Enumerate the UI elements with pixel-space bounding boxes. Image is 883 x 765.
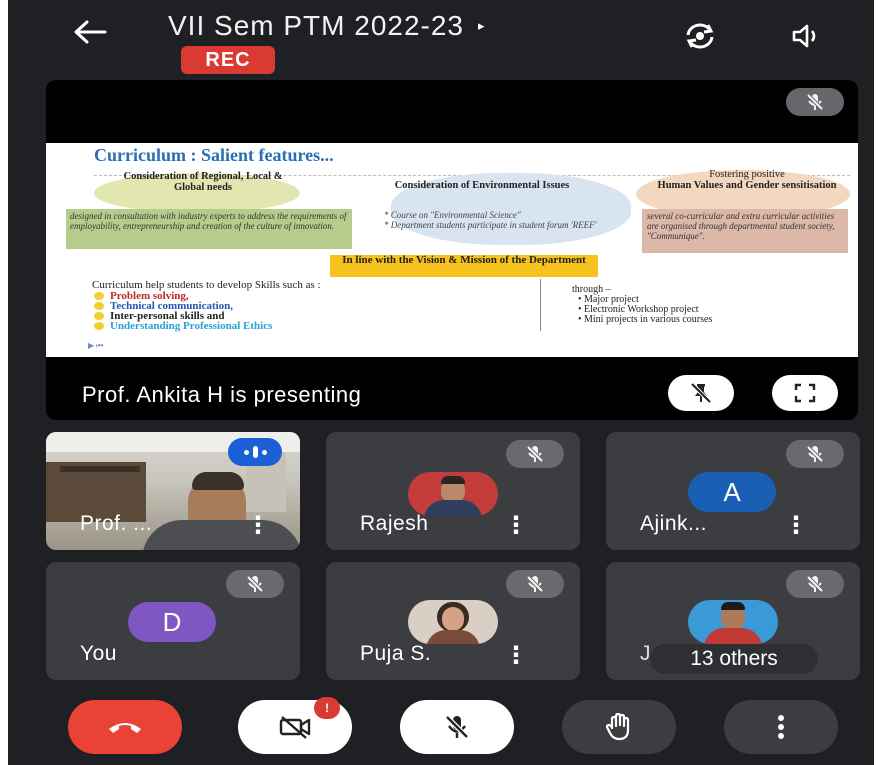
mic-off-icon bbox=[526, 445, 544, 463]
mute-indicator bbox=[506, 570, 564, 598]
avatar bbox=[688, 600, 778, 644]
speaker-button[interactable] bbox=[786, 18, 826, 54]
more-vert-icon bbox=[778, 715, 784, 739]
through-item: Mini projects in various courses bbox=[578, 315, 712, 325]
participant-tile[interactable]: D You bbox=[46, 562, 300, 680]
end-call-button[interactable] bbox=[68, 700, 182, 754]
speaker-icon bbox=[792, 24, 816, 48]
more-vert-icon[interactable]: ⋮ bbox=[246, 514, 270, 538]
feature-2-note-1: * Course on "Environmental Science" bbox=[384, 210, 521, 220]
switch-camera-button[interactable] bbox=[680, 18, 720, 54]
more-vert-icon[interactable]: ⋮ bbox=[784, 514, 808, 538]
skill-item: Understanding Professional Ethics bbox=[93, 320, 273, 332]
participant-name: Rajesh bbox=[360, 512, 429, 535]
shared-slide: Curriculum : Salient features... Conside… bbox=[46, 143, 858, 357]
feature-3-title: Human Values and Gender sensitisation bbox=[657, 180, 837, 191]
meet-app: VII Sem PTM 2022-23 ▸ REC Curriculum: S… bbox=[8, 0, 874, 765]
mute-indicator bbox=[506, 440, 564, 468]
others-count[interactable]: 13 others bbox=[650, 644, 818, 674]
brace-divider bbox=[524, 279, 541, 331]
participant-name: Prof. ... bbox=[80, 512, 153, 535]
participant-name: You bbox=[80, 642, 117, 665]
slide-title: Curriculum : Salient features... bbox=[94, 145, 334, 165]
end-call-icon bbox=[109, 723, 141, 733]
feature-3-text: several co-curricular and extra curricul… bbox=[642, 209, 848, 253]
feature-3-heading: Fostering positive Human Values and Gend… bbox=[654, 169, 840, 191]
avatar: D bbox=[128, 602, 216, 642]
camera-off-icon bbox=[279, 716, 311, 739]
participant-tile[interactable]: Prof. ... ⋮ bbox=[46, 432, 300, 550]
feature-1-text: designed in consultation with industry e… bbox=[66, 209, 352, 249]
slide-nav-hint: ▶ ⏮ bbox=[88, 341, 104, 350]
meeting-title-button[interactable]: VII Sem PTM 2022-23 ▸ bbox=[168, 6, 485, 46]
vision-mission-box: In line with the Vision & Mission of the… bbox=[330, 255, 598, 277]
avatar: A bbox=[688, 472, 776, 512]
back-button[interactable] bbox=[70, 18, 110, 54]
participant-tile[interactable]: Puja S. ⋮ bbox=[326, 562, 580, 680]
switch-camera-icon bbox=[686, 23, 714, 49]
mute-indicator bbox=[786, 570, 844, 598]
speaking-indicator bbox=[228, 438, 282, 466]
feature-2-title: Consideration of Environmental Issues bbox=[394, 180, 570, 191]
through-block: through – Major project Electronic Works… bbox=[572, 285, 712, 325]
presenter-label: Prof. Ankita H is presenting bbox=[82, 382, 362, 407]
feature-3-title-pre: Fostering positive bbox=[709, 169, 785, 180]
participant-tile[interactable]: Jagdish P. 13 others bbox=[606, 562, 860, 680]
mute-indicator bbox=[226, 570, 284, 598]
more-options-button[interactable] bbox=[724, 700, 838, 754]
pin-off-icon bbox=[690, 382, 712, 404]
more-vert-icon[interactable]: ⋮ bbox=[504, 514, 528, 538]
chevron-right-icon: ▸ bbox=[478, 18, 485, 33]
participant-name: Puja S. bbox=[360, 642, 432, 665]
unpin-button[interactable] bbox=[668, 375, 734, 411]
through-list: Major project Electronic Workshop projec… bbox=[572, 295, 712, 325]
feature-2-note-2: * Department students participate in stu… bbox=[384, 220, 597, 230]
mic-off-icon bbox=[806, 575, 824, 593]
presentation-panel[interactable]: Curriculum : Salient features... Conside… bbox=[46, 80, 858, 420]
mic-off-icon bbox=[246, 575, 264, 593]
mic-toggle-button[interactable] bbox=[400, 700, 514, 754]
more-vert-icon[interactable]: ⋮ bbox=[504, 644, 528, 668]
avatar bbox=[408, 472, 498, 516]
arrow-left-icon bbox=[74, 20, 107, 44]
mic-off-icon bbox=[806, 93, 824, 111]
raise-hand-icon bbox=[605, 712, 630, 741]
feature-2-notes: * Course on "Environmental Science" * De… bbox=[376, 210, 644, 230]
mic-off-icon bbox=[445, 715, 469, 739]
raise-hand-button[interactable] bbox=[562, 700, 676, 754]
mic-off-icon bbox=[526, 575, 544, 593]
presenter-mute-indicator bbox=[786, 88, 844, 116]
skills-list: Problem solving, Technical communication… bbox=[93, 291, 273, 332]
mute-indicator bbox=[786, 440, 844, 468]
fullscreen-icon bbox=[794, 383, 816, 403]
camera-alert-badge: ! bbox=[314, 697, 340, 719]
fullscreen-button[interactable] bbox=[772, 375, 838, 411]
recording-badge: REC bbox=[181, 46, 275, 74]
mic-off-icon bbox=[806, 445, 824, 463]
participant-tile[interactable]: Rajesh ⋮ bbox=[326, 432, 580, 550]
feature-1-title: Consideration of Regional, Local & Globa… bbox=[123, 171, 283, 193]
avatar bbox=[408, 600, 498, 644]
participant-tile[interactable]: A Ajink... ⋮ bbox=[606, 432, 860, 550]
participant-name: Ajink... bbox=[640, 512, 708, 535]
meeting-title: VII Sem PTM 2022-23 bbox=[168, 10, 465, 41]
